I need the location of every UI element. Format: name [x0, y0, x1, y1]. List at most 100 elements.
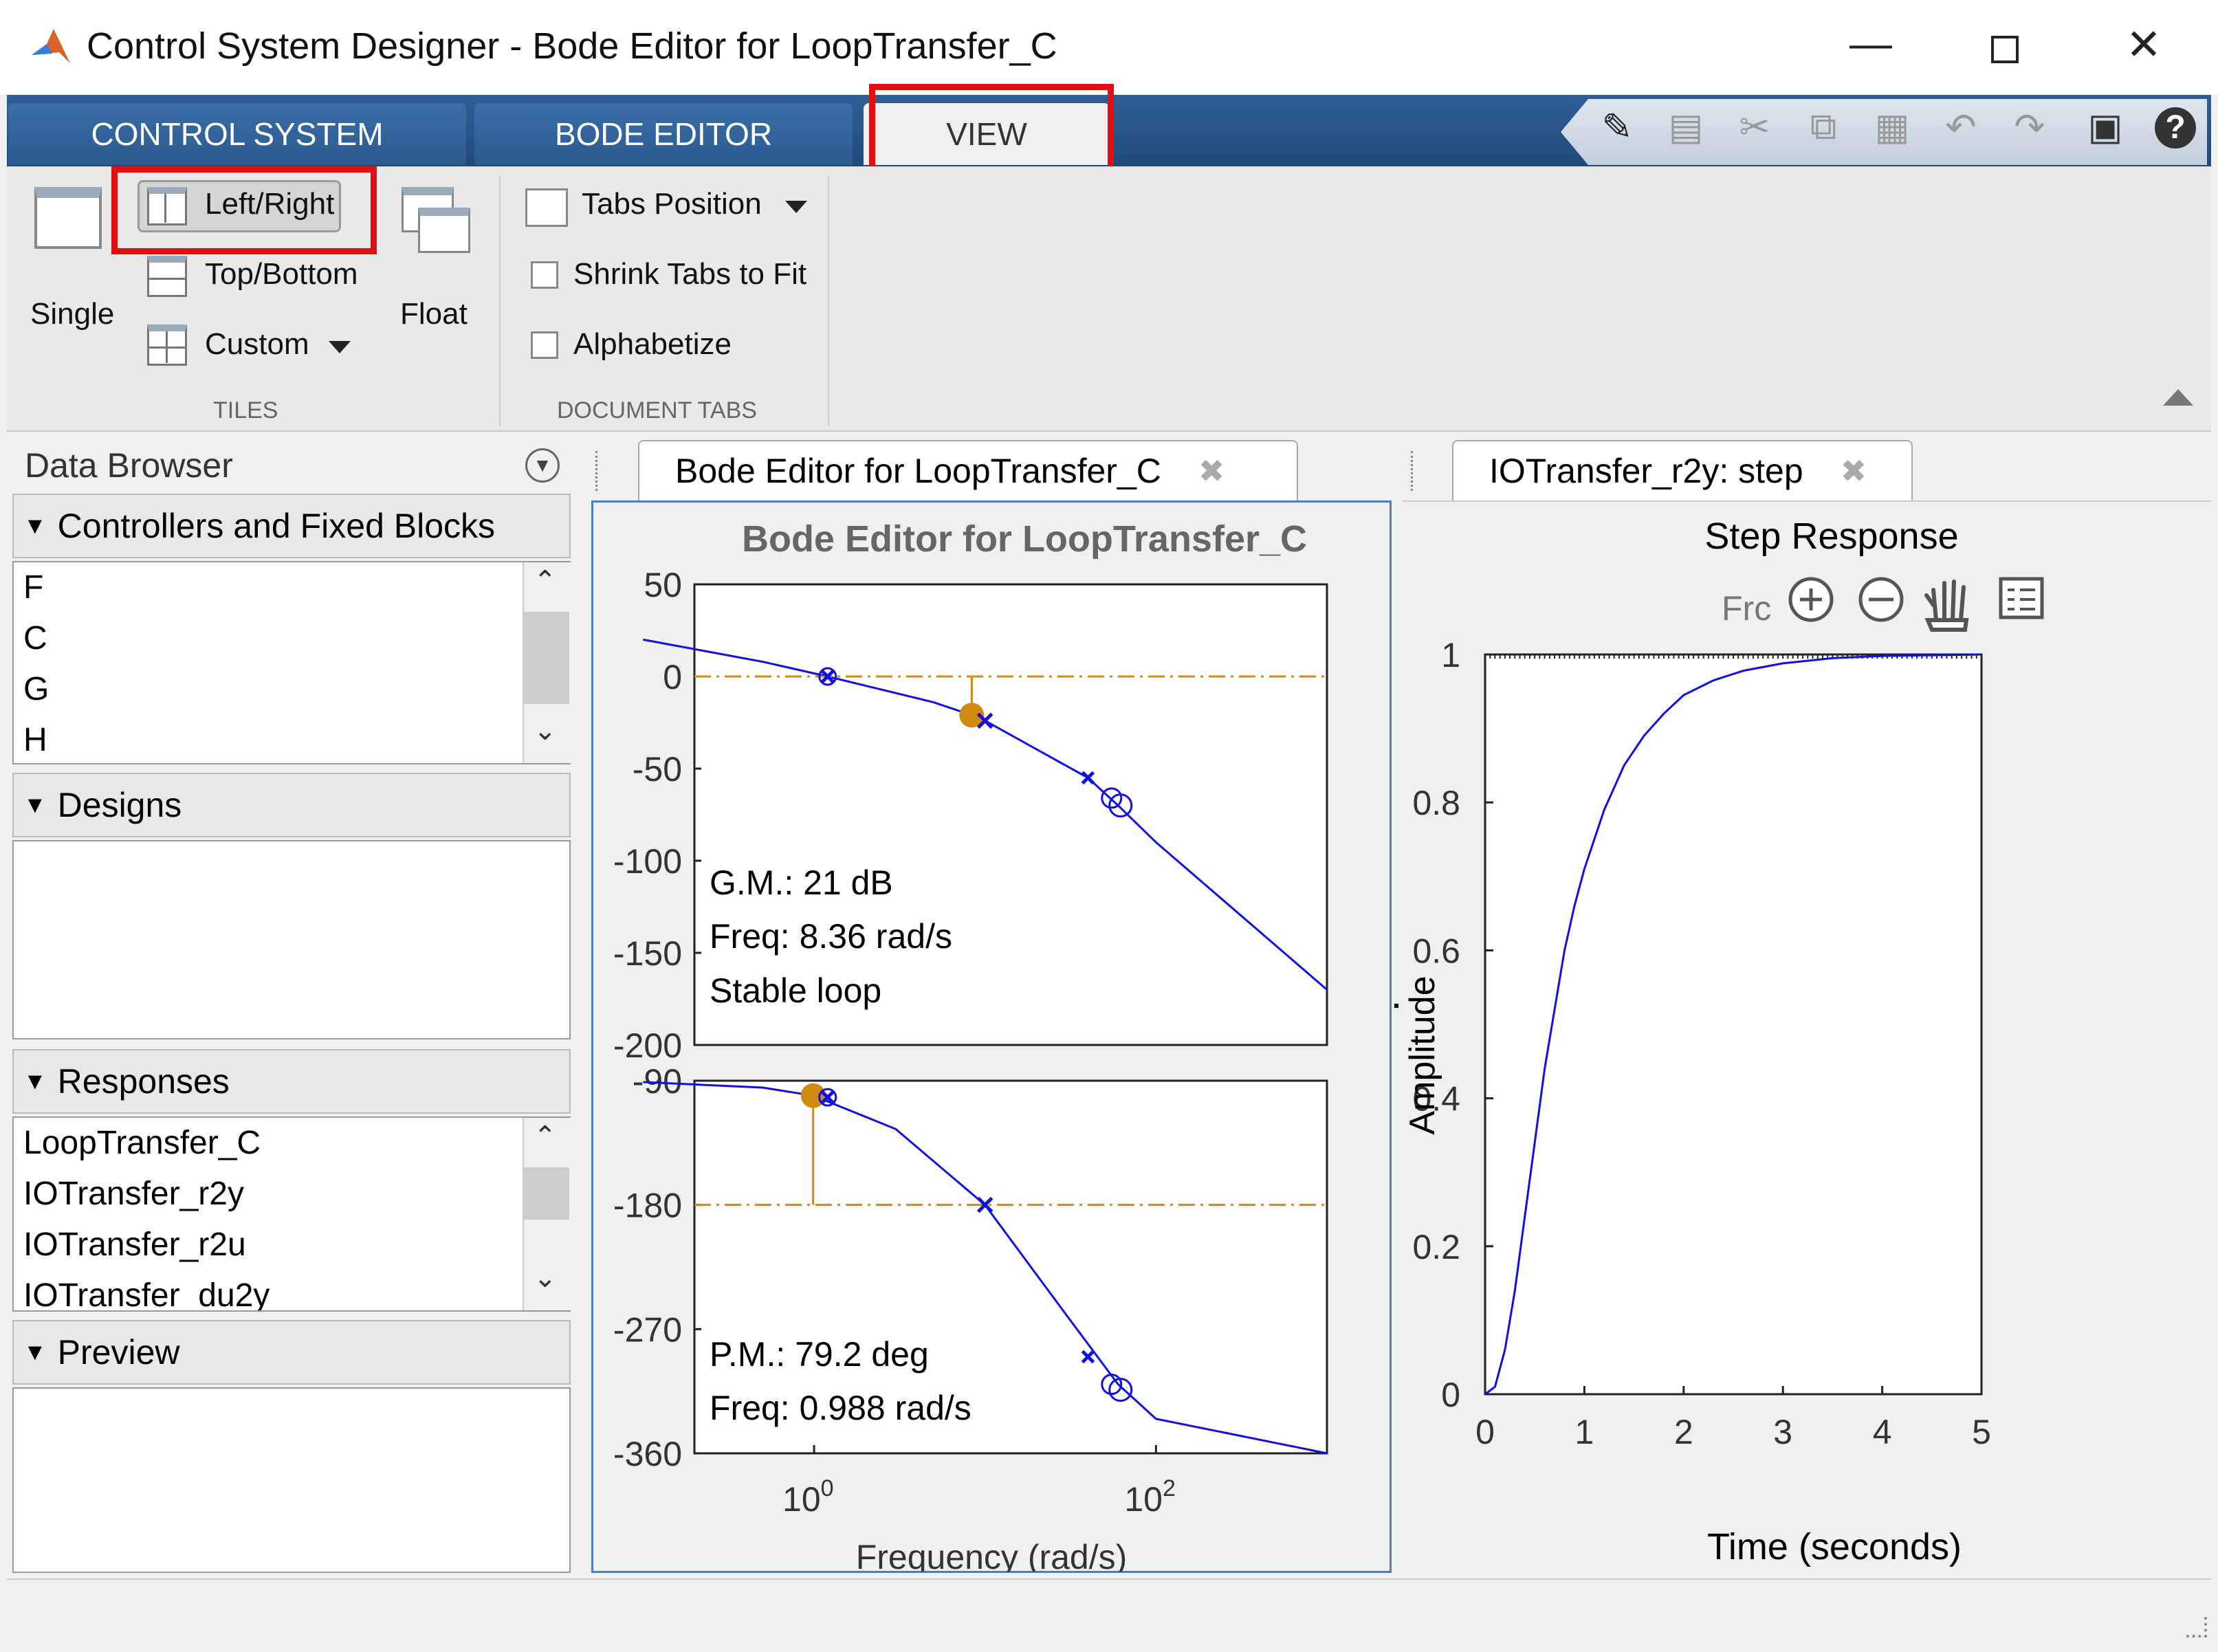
scroll-up-icon[interactable]: ⌃ — [534, 565, 557, 597]
close-tab-icon[interactable]: ✖ — [1198, 452, 1225, 489]
bode-title: Bode Editor for LoopTransfer_C — [742, 518, 1307, 560]
mag-ytick-label: -150 — [613, 934, 682, 973]
resize-grip-icon[interactable] — [2186, 1617, 2207, 1638]
tiles-section-label: TILES — [213, 397, 278, 423]
xtick-label: 2 — [1674, 1413, 1693, 1451]
paste-icon[interactable]: ▦ — [1870, 104, 1914, 148]
copy-icon[interactable]: ⧉ — [1801, 104, 1845, 148]
controllers-list: F C G H — [12, 561, 571, 764]
gm-freq-label: Freq: 8.36 rad/s — [710, 917, 952, 956]
scroll-down-icon[interactable]: ⌄ — [534, 1262, 557, 1294]
list-item[interactable]: IOTransfer_r2y — [14, 1169, 569, 1220]
list-item[interactable]: C — [14, 613, 569, 664]
xtick-label: 1 — [1574, 1413, 1594, 1451]
gm-label: G.M.: 21 dB — [710, 863, 893, 902]
zoom-out-icon[interactable] — [1858, 577, 1904, 622]
close-window-button[interactable]: ✕ — [2126, 19, 2162, 69]
list-item[interactable]: G — [14, 664, 569, 715]
tab-bode-editor-doc[interactable]: Bode Editor for LoopTransfer_C ✖ — [638, 440, 1298, 500]
zoom-in-icon[interactable] — [1788, 577, 1834, 622]
list-item[interactable]: IOTransfer_r2u — [14, 1220, 569, 1270]
splitter-handle[interactable] — [1394, 1004, 1398, 1008]
bode-plot[interactable]: Bode Editor for LoopTransfer_C 50 0 -50 -10… — [593, 502, 1390, 1572]
tab-step-doc[interactable]: IOTransfer_r2y: step ✖ — [1452, 440, 1913, 500]
list-item[interactable]: H — [14, 715, 569, 766]
pan-hand-icon[interactable] — [1924, 580, 1969, 632]
tabs-position-button[interactable]: Tabs Position — [582, 187, 762, 221]
window-layout-icon[interactable]: ▣ — [2083, 104, 2127, 148]
title-bar: Control System Designer - Bode Editor fo… — [0, 0, 2218, 95]
float-button[interactable]: Float — [400, 297, 468, 331]
minimize-button[interactable]: — — [1849, 19, 1892, 68]
controllers-header[interactable]: ▼ Controllers and Fixed Blocks — [12, 494, 571, 558]
list-item[interactable]: LoopTransfer_C — [14, 1118, 569, 1169]
collapse-icon: ▼ — [23, 1339, 47, 1365]
status-bar — [7, 1578, 2211, 1646]
tab-control-system[interactable]: CONTROL SYSTEM — [8, 103, 466, 165]
preview-header[interactable]: ▼ Preview — [12, 1320, 571, 1385]
scroll-up-icon[interactable]: ⌃ — [534, 1121, 557, 1152]
responses-header[interactable]: ▼ Responses — [12, 1049, 571, 1114]
step-title: Step Response — [1704, 516, 1958, 557]
alphabetize-label: Alphabetize — [573, 327, 732, 361]
maximize-button[interactable] — [1991, 36, 2019, 63]
alphabetize-checkbox[interactable] — [531, 331, 558, 359]
scroll-thumb[interactable] — [524, 612, 569, 704]
close-tab-icon[interactable]: ✖ — [1841, 452, 1867, 489]
step-toolbar-label: Frc — [1722, 589, 1771, 628]
mag-ytick-label: -100 — [613, 842, 682, 881]
phase-ytick-label: -180 — [613, 1187, 682, 1225]
step-xlabel: Time (seconds) — [1707, 1526, 1962, 1567]
designs-list — [12, 840, 571, 1039]
collapse-ribbon-icon[interactable] — [2163, 389, 2193, 406]
designs-header[interactable]: ▼ Designs — [12, 773, 571, 837]
scroll-down-icon[interactable]: ⌄ — [534, 715, 557, 747]
cut-icon[interactable]: ✂ — [1733, 104, 1777, 148]
mag-ytick-label: -50 — [633, 750, 682, 789]
step-frame — [1484, 653, 1983, 1396]
highlight-view-tab — [869, 84, 1114, 173]
step-ylabel: Amplitude — [1403, 976, 1442, 1134]
new-session-icon[interactable]: ✎ — [1595, 104, 1639, 148]
custom-button[interactable]: Custom — [205, 327, 309, 362]
shrink-tabs-checkbox[interactable] — [531, 261, 558, 289]
tabs-position-dropdown-icon[interactable] — [785, 201, 807, 213]
ytick-label: 0 — [1441, 1376, 1460, 1414]
xtick-label: 0 — [1475, 1413, 1495, 1451]
undo-icon[interactable]: ↶ — [1939, 104, 1983, 148]
ytick-label: 1 — [1441, 636, 1460, 674]
phase-ytick-label: -360 — [613, 1435, 682, 1473]
phase-axes: -90 -180 -270 -360 100 102 — [613, 1062, 1328, 1519]
redo-icon[interactable]: ↷ — [2008, 104, 2052, 148]
xtick-label: 102 — [1124, 1475, 1176, 1519]
custom-dropdown-icon[interactable] — [329, 341, 351, 353]
data-browser-menu-icon[interactable]: ▼ — [525, 448, 560, 483]
pm-label: P.M.: 79.2 deg — [710, 1335, 929, 1374]
window-title: Control System Designer - Bode Editor fo… — [87, 25, 1057, 67]
help-icon[interactable]: ? — [2155, 107, 2196, 148]
responses-header-label: Responses — [57, 1062, 230, 1101]
document-tabs-section-label: DOCUMENT TABS — [557, 397, 757, 423]
list-item[interactable]: IOTransfer_du2y — [14, 1270, 569, 1310]
single-layout-icon[interactable] — [34, 187, 102, 249]
single-button[interactable]: Single — [30, 297, 114, 331]
top-bottom-icon — [147, 256, 187, 297]
step-plot[interactable]: Step Response Frc 00.20.40.60.810 1 2 3 4 5 A… — [1403, 502, 2211, 1572]
step-axes: 00.20.40.60.810 1 2 3 4 5 — [1412, 636, 1990, 1451]
data-browser-title: Data Browser — [25, 446, 233, 485]
tab-step-label: IOTransfer_r2y: step — [1489, 452, 1803, 490]
scroll-thumb[interactable] — [524, 1167, 569, 1220]
top-bottom-button[interactable]: Top/Bottom — [205, 257, 358, 291]
save-icon[interactable]: ▤ — [1664, 104, 1708, 148]
tab-bode-editor[interactable]: BODE EDITOR — [474, 103, 853, 165]
xtick-exponent: 2 — [1163, 1475, 1176, 1501]
collapse-icon: ▼ — [23, 1068, 47, 1094]
bode-grip-handle[interactable] — [595, 451, 603, 491]
step-grip-handle[interactable] — [1411, 451, 1418, 491]
xtick-label: 3 — [1773, 1413, 1792, 1451]
highlight-left-right — [111, 166, 377, 254]
data-cursor-icon[interactable] — [1999, 577, 2044, 619]
list-item[interactable]: F — [14, 562, 569, 613]
matlab-logo-icon — [29, 25, 73, 69]
collapse-icon: ▼ — [23, 791, 47, 818]
